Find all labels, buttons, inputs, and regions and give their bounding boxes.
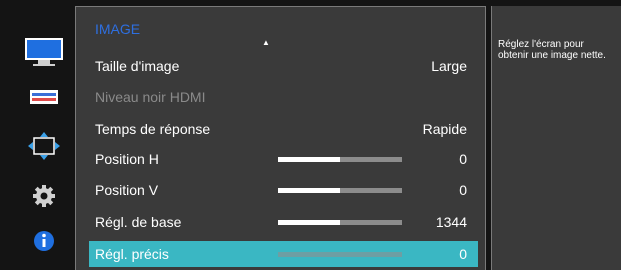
menu-item-taille-image[interactable]: Taille d'image Large: [89, 53, 478, 79]
regl-base-slider[interactable]: [278, 220, 402, 225]
osd-screen: IMAGE ▲ Taille d'image Large Niveau noir…: [0, 0, 621, 270]
menu-item-value: 0: [459, 246, 467, 262]
position-v-slider[interactable]: [278, 188, 402, 193]
menu-item-label: Régl. de base: [95, 214, 182, 230]
menu-item-label: Temps de réponse: [95, 121, 211, 137]
resize-arrows-icon[interactable]: [24, 132, 64, 162]
menu-item-label: Taille d'image: [95, 58, 180, 74]
menu-item-label: Régl. précis: [95, 246, 169, 262]
menu-item-label: Position V: [95, 182, 159, 198]
regl-precis-slider[interactable]: [278, 252, 402, 257]
menu-item-value: 1344: [435, 214, 467, 230]
color-bars-icon[interactable]: [24, 88, 64, 118]
menu-item-regl-precis[interactable]: Régl. précis 0: [89, 241, 478, 267]
scroll-up-icon[interactable]: ▲: [262, 38, 270, 47]
menu-item-value: Large: [431, 58, 467, 74]
info-icon[interactable]: [24, 229, 64, 259]
gear-icon[interactable]: [24, 184, 64, 214]
menu-item-label: Position H: [95, 151, 159, 167]
menu-item-regl-base[interactable]: Régl. de base 1344: [89, 209, 478, 235]
position-h-slider[interactable]: [278, 157, 402, 162]
slider-fill: [278, 220, 340, 225]
menu-item-label: Niveau noir HDMI: [95, 89, 206, 105]
menu-title: IMAGE: [95, 21, 141, 37]
menu-item-position-v[interactable]: Position V 0: [89, 177, 478, 203]
slider-fill: [278, 188, 340, 193]
menu-item-value: 0: [459, 182, 467, 198]
menu-item-position-h[interactable]: Position H 0: [89, 146, 478, 172]
menu-item-temps-reponse[interactable]: Temps de réponse Rapide: [89, 116, 478, 142]
help-panel: Réglez l'écran pour obtenir une image ne…: [491, 6, 621, 270]
monitor-icon[interactable]: [24, 36, 64, 66]
menu-item-value: Rapide: [422, 121, 467, 137]
help-text: Réglez l'écran pour obtenir une image ne…: [498, 39, 606, 61]
menu-item-value: 0: [459, 151, 467, 167]
slider-fill: [278, 157, 340, 162]
menu-item-niveau-noir-hdmi: Niveau noir HDMI: [89, 84, 478, 110]
